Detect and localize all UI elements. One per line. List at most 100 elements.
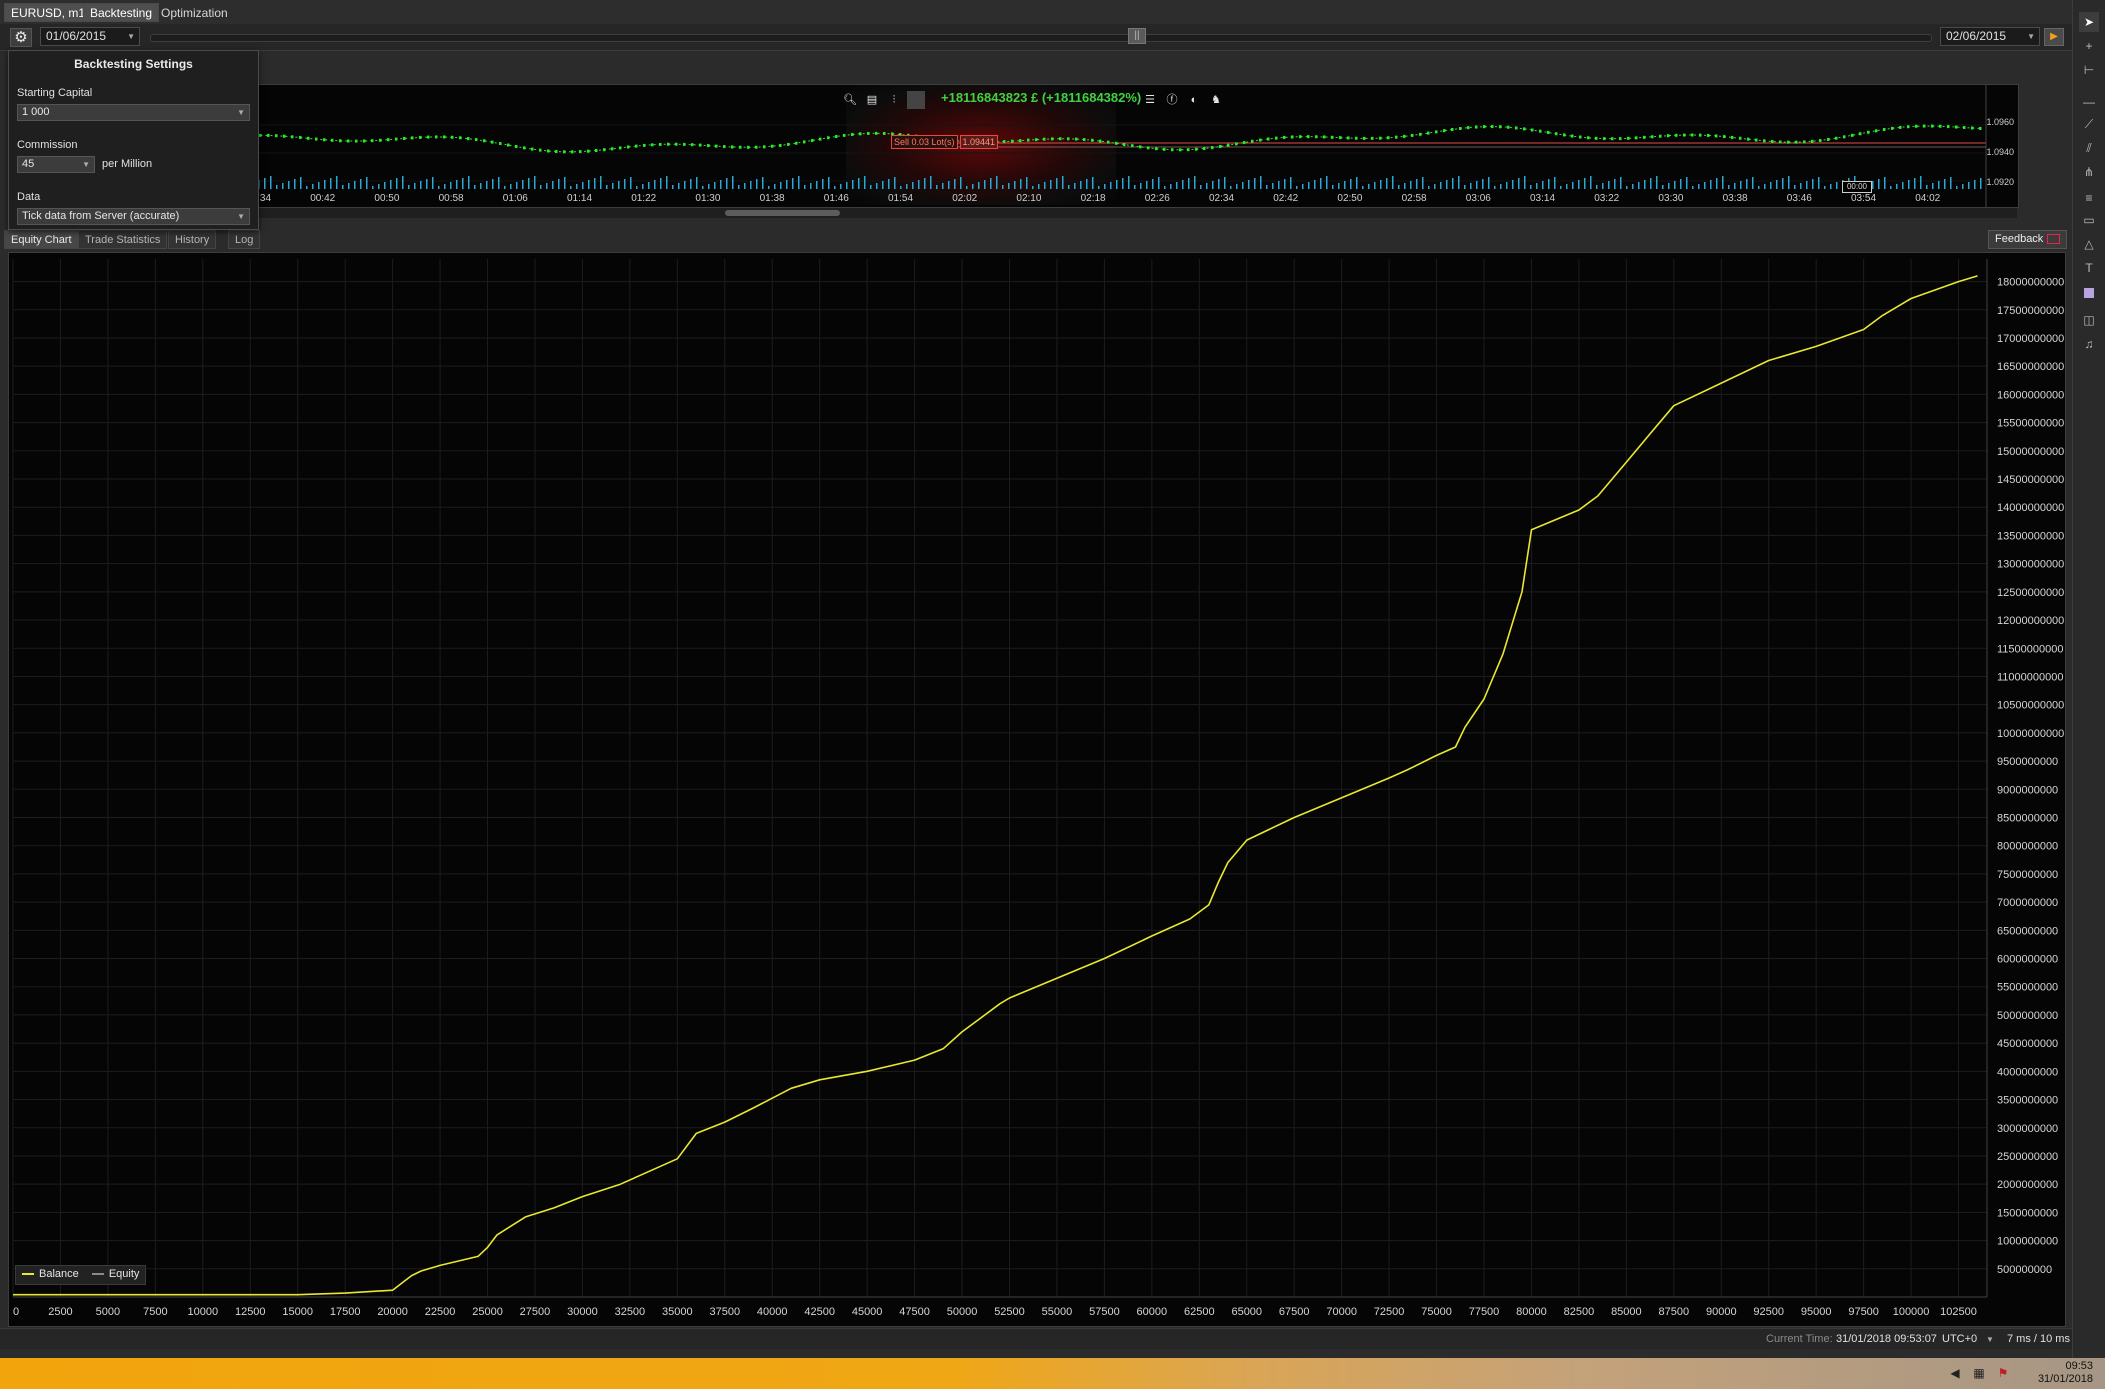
trend-line-icon[interactable]: ⟋ bbox=[2079, 114, 2099, 134]
settings-title: Backtesting Settings bbox=[74, 57, 193, 71]
volume-bar bbox=[1542, 181, 1544, 189]
y-tick-label: 16000000000 bbox=[1997, 389, 2064, 401]
tab-log[interactable]: Log bbox=[228, 230, 261, 249]
price-candle bbox=[1507, 125, 1510, 129]
time-label: 01:14 bbox=[567, 193, 593, 204]
order-marker[interactable]: Sell 0.03 Lot(s) 1.09441 bbox=[891, 135, 999, 149]
volume-bar bbox=[744, 183, 746, 189]
volume-bar bbox=[1266, 185, 1268, 189]
volume-bar bbox=[654, 180, 656, 189]
volume-bar bbox=[1620, 177, 1622, 189]
x-tick-label: 17500 bbox=[330, 1306, 361, 1318]
camera-icon[interactable]: ◫ bbox=[2079, 310, 2099, 330]
drawing-toolbar: ➤ + ⊢ — ⟋ ⫽ ⋔ ≡ ▭ △ T ◫ ♫ bbox=[2072, 0, 2105, 1358]
cursor-icon[interactable]: ➤ bbox=[2079, 12, 2099, 32]
fibonacci-icon[interactable]: ≡ bbox=[2079, 188, 2099, 208]
alert-bell-icon[interactable]: ♫ bbox=[2079, 334, 2099, 354]
feedback-button[interactable]: Feedback bbox=[1988, 230, 2068, 249]
text-icon[interactable]: T bbox=[2079, 258, 2099, 278]
data-label: Data bbox=[17, 191, 41, 203]
rectangle-icon[interactable]: ▭ bbox=[2079, 210, 2099, 230]
volume-bar bbox=[582, 182, 584, 189]
indicator-icon[interactable] bbox=[907, 91, 925, 109]
triangle-icon[interactable]: △ bbox=[2079, 234, 2099, 254]
volume-bar bbox=[612, 183, 614, 189]
scrollbar-thumb[interactable] bbox=[725, 210, 840, 216]
x-tick-label: 32500 bbox=[615, 1306, 646, 1318]
price-candle bbox=[1547, 130, 1550, 134]
tab-symbol[interactable]: EURUSD, m1 bbox=[4, 3, 93, 22]
gear-icon[interactable]: ⚙ bbox=[10, 28, 32, 47]
measure-icon[interactable]: ⊢ bbox=[2079, 60, 2099, 80]
volume-bar bbox=[372, 186, 374, 189]
start-date-picker[interactable]: 01/06/2015 ▼ bbox=[40, 27, 140, 46]
volume-bar bbox=[360, 179, 362, 189]
volume-bar bbox=[822, 179, 824, 189]
sentiment-icon[interactable]: ◐ bbox=[1185, 91, 1203, 109]
network-icon[interactable]: ▦ bbox=[1972, 1366, 1986, 1380]
windows-taskbar: ◀ ▦ ⚑ 09:53 31/01/2018 bbox=[0, 1358, 2105, 1389]
chart-scrollbar[interactable] bbox=[195, 208, 2017, 218]
list-icon[interactable]: ☰ bbox=[1141, 91, 1159, 109]
volume-bar bbox=[330, 178, 332, 189]
volume-bar bbox=[1878, 179, 1880, 189]
starting-capital-input[interactable]: 1 000 ▼ bbox=[17, 104, 250, 121]
color-icon[interactable] bbox=[2079, 284, 2099, 304]
price-candle bbox=[611, 147, 614, 151]
price-candle bbox=[691, 143, 694, 147]
price-label: 1.0920 bbox=[1986, 177, 2014, 187]
x-tick-label: 42500 bbox=[804, 1306, 835, 1318]
pitchfork-icon[interactable]: ⋔ bbox=[2079, 162, 2099, 182]
volume-bar bbox=[1872, 181, 1874, 189]
volume-bar bbox=[966, 186, 968, 189]
volume-bar bbox=[1962, 184, 1964, 189]
candles-icon[interactable]: ⫶ bbox=[885, 91, 903, 109]
volume-bar bbox=[1632, 184, 1634, 189]
volume-bar bbox=[1698, 184, 1700, 189]
chart-settings-icon[interactable]: ▤ bbox=[863, 91, 881, 109]
channel-icon[interactable]: ⫽ bbox=[2079, 138, 2099, 158]
volume-bar bbox=[630, 177, 632, 189]
price-candle bbox=[1059, 137, 1062, 141]
timezone-selector[interactable]: UTC+0 bbox=[1942, 1333, 1977, 1345]
tab-history[interactable]: History bbox=[168, 230, 217, 249]
latency-value: 7 ms / 10 ms bbox=[2007, 1333, 2070, 1345]
volume-icon[interactable]: ◀ bbox=[1948, 1366, 1962, 1380]
crosshair-icon[interactable]: + bbox=[2079, 36, 2099, 56]
volume-bar bbox=[702, 186, 704, 189]
y-tick-label: 6500000000 bbox=[1997, 925, 2058, 937]
volume-bar bbox=[1188, 178, 1190, 189]
system-clock[interactable]: 09:53 31/01/2018 bbox=[2038, 1360, 2093, 1386]
equity-chart[interactable]: 0 2500 5000 7500 10000 12500 15000 17500 20000 22… bbox=[8, 252, 2066, 1327]
tab-backtesting[interactable]: Backtesting bbox=[83, 3, 160, 22]
data-source-select[interactable]: Tick data from Server (accurate) ▼ bbox=[17, 208, 250, 225]
play-icon[interactable]: ▶ bbox=[2044, 28, 2064, 46]
volume-bar bbox=[1572, 182, 1574, 189]
volume-bar bbox=[1176, 182, 1178, 189]
zoom-icon[interactable]: 🔍︎ bbox=[841, 91, 859, 109]
chevron-down-icon[interactable]: ▼ bbox=[1986, 1335, 1994, 1344]
time-label: 01:54 bbox=[888, 193, 914, 204]
slider-handle[interactable]: || bbox=[1128, 28, 1146, 44]
robot-icon[interactable]: ♞ bbox=[1207, 91, 1225, 109]
volume-bar bbox=[960, 177, 962, 189]
y-tick-label: 10500000000 bbox=[1997, 700, 2064, 712]
commission-input[interactable]: 45 ▼ bbox=[17, 156, 95, 173]
date-range-slider[interactable] bbox=[150, 34, 1932, 42]
volume-bar bbox=[1938, 181, 1940, 189]
volume-bar bbox=[558, 179, 560, 189]
volume-bar bbox=[1560, 186, 1562, 189]
tab-equity-chart[interactable]: Equity Chart bbox=[4, 230, 79, 249]
end-date-picker[interactable]: 02/06/2015 ▼ bbox=[1940, 27, 2040, 46]
volume-bar bbox=[1140, 183, 1142, 189]
horizontal-line-icon[interactable]: — bbox=[2079, 92, 2099, 112]
info-icon[interactable]: ⓕ bbox=[1163, 91, 1181, 109]
flag-icon[interactable]: ⚑ bbox=[1996, 1366, 2010, 1380]
tab-optimization[interactable]: Optimization bbox=[154, 3, 235, 22]
volume-bar bbox=[1734, 183, 1736, 189]
volume-bar bbox=[1350, 179, 1352, 189]
volume-bar bbox=[690, 179, 692, 189]
price-candle bbox=[1443, 129, 1446, 133]
tab-trade-statistics[interactable]: Trade Statistics bbox=[78, 230, 168, 249]
price-chart[interactable]: 🔍︎ ▤ ⫶ ☰ ⓕ ◐ ♞ +18116843823 £ (+18116843… bbox=[195, 84, 2019, 208]
